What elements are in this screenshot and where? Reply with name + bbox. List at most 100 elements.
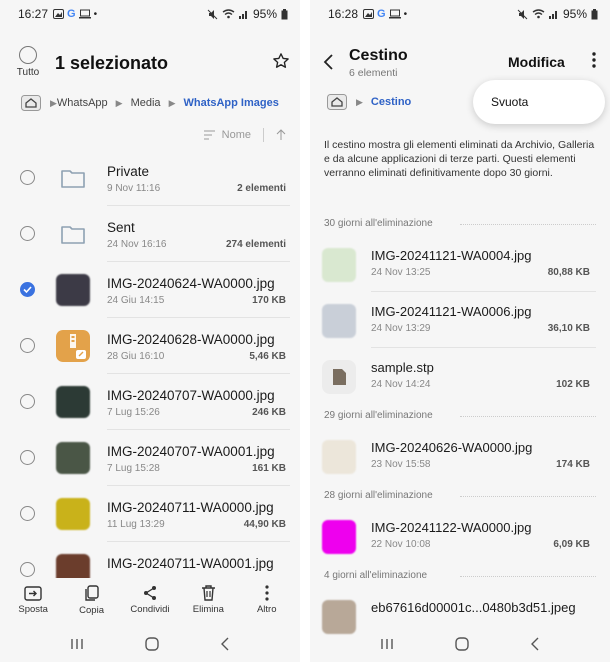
home-icon[interactable] [326,93,348,111]
sort-icon[interactable] [203,130,216,140]
file-size: 274 elementi [225,239,286,250]
action-label: Sposta [18,604,48,615]
file-name: sample.stp [371,360,434,375]
home-nav-icon[interactable] [145,637,159,651]
file-date: 28 Giu 16:10 [107,351,165,362]
image-thumbnail [56,386,90,418]
status-bar: 16:27 G • 95% [0,0,300,28]
file-row[interactable]: IMG-20240707-WA0000.jpg 7 Lug 15:26 246 KB [0,374,300,430]
trash-item-row[interactable]: IMG-20240626-WA0000.jpg 23 Nov 15:58 174 K… [310,428,610,484]
selection-header: Tutto 1 selezionato [0,44,300,84]
file-size: 2 elementi [237,183,286,194]
file-row[interactable]: IMG-20240628-WA0000.jpg 28 Giu 16:10 5,46 … [0,318,300,374]
edit-button[interactable]: Modifica [508,54,565,70]
file-name: IMG-20240711-WA0001.jpg [107,556,274,571]
breadcrumb-item[interactable]: WhatsApp [57,97,108,109]
sort-direction-icon[interactable] [276,129,286,141]
row-checkbox[interactable] [20,170,35,185]
file-name: IMG-20240626-WA0000.jpg [371,440,533,455]
empty-trash-menu-item[interactable]: Svuota [491,95,528,109]
folder-icon [56,162,90,194]
more-options-icon[interactable] [592,52,596,68]
laptop-icon [388,9,401,19]
status-time: 16:28 [328,7,359,21]
row-checkbox[interactable] [20,450,35,465]
document-icon [322,360,356,394]
home-nav-icon[interactable] [455,637,469,651]
action-copy-button[interactable]: Copia [64,578,120,626]
file-date: 24 Nov 13:29 [371,323,431,334]
mute-icon [517,9,528,20]
back-nav-icon[interactable] [530,637,540,651]
trash-item-row[interactable]: IMG-20241122-WA0000.jpg 22 Nov 10:08 6,09 … [310,508,610,564]
file-date: 22 Nov 10:08 [371,539,431,550]
left-screen: 16:27 G • 95% Tutto 1 selezionato ▶ What… [0,0,300,662]
wifi-icon [222,9,235,19]
file-row[interactable]: IMG-20240624-WA0000.jpg 24 Giu 14:15 170 K… [0,262,300,318]
file-name: IMG-20240628-WA0000.jpg [107,332,275,347]
group-header: 30 giorni all'eliminazione [310,212,610,236]
file-name: Private [107,164,150,179]
breadcrumb-current[interactable]: WhatsApp Images [183,97,278,109]
trash-item-row[interactable]: sample.stp 24 Nov 14:24 102 KB [310,348,610,404]
file-size: 170 KB [252,295,286,306]
row-checkbox[interactable] [20,506,35,521]
file-size: 5,46 KB [249,351,286,362]
file-row[interactable]: IMG-20240707-WA0001.jpg 7 Lug 15:28 161 KB [0,430,300,486]
copy-icon [84,584,100,602]
gallery-icon [363,9,375,19]
item-count: 6 elementi [349,67,398,79]
select-all-checkbox[interactable] [19,46,37,64]
page-title: Cestino [349,47,408,64]
action-move-button[interactable]: Sposta [5,578,61,626]
select-all-button[interactable]: Tutto [14,46,42,78]
row-checkbox[interactable] [20,562,35,577]
chevron-right-icon: ▶ [168,97,176,108]
dotted-divider [460,416,596,417]
star-icon[interactable] [272,52,290,70]
row-checkbox[interactable] [20,394,35,409]
image-thumbnail [56,274,90,306]
file-size: 44,90 KB [243,519,286,530]
row-checkbox[interactable] [20,338,35,353]
image-thumbnail [322,304,356,338]
group-header-label: 29 giorni all'eliminazione [324,410,433,421]
file-name: Sent [107,220,135,235]
image-thumbnail [322,440,356,474]
sort-bar: Nome [203,128,286,142]
recents-icon[interactable] [380,638,394,650]
file-row[interactable]: IMG-20240711-WA0000.jpg 11 Lug 13:29 44,90… [0,486,300,542]
trash-info-text: Il cestino mostra gli elementi eliminati… [324,139,595,179]
sort-label[interactable]: Nome [222,129,251,141]
trash-item-row[interactable]: IMG-20241121-WA0006.jpg 24 Nov 13:29 36,10… [310,292,610,348]
file-size: 102 KB [556,379,590,390]
file-date: 11 Lug 13:29 [107,519,165,530]
back-nav-icon[interactable] [220,637,230,651]
file-date: 23 Nov 15:58 [371,459,431,470]
home-icon[interactable] [20,94,42,112]
action-more-button[interactable]: Altro [239,578,295,626]
row-checkbox[interactable] [20,226,35,241]
group-header: 29 giorni all'eliminazione [310,404,610,428]
chevron-right-icon: ▶ [50,97,57,108]
action-share-button[interactable]: Condividi [122,578,178,626]
breadcrumb-current[interactable]: Cestino [371,96,411,108]
breadcrumb-item[interactable]: Media [131,97,161,109]
file-name: IMG-20241121-WA0006.jpg [371,304,532,319]
file-size: 6,09 KB [553,539,590,550]
battery-icon [591,8,598,20]
gallery-icon [53,9,65,19]
file-row[interactable]: Sent 24 Nov 16:16 274 elementi [0,206,300,262]
breadcrumb: ▶ WhatsApp ▶ Media ▶ WhatsApp Images [0,92,300,114]
recents-icon[interactable] [70,638,84,650]
action-trash-button[interactable]: Elimina [180,578,236,626]
share-icon [142,584,158,602]
row-checkbox[interactable] [20,282,35,297]
dotted-divider [460,224,596,225]
file-date: 7 Lug 15:26 [107,407,160,418]
file-date: 9 Nov 11:16 [107,183,161,194]
trash-item-row[interactable]: IMG-20241121-WA0004.jpg 24 Nov 13:25 80,88… [310,236,610,292]
back-arrow-icon[interactable] [322,53,334,71]
file-name: IMG-20240711-WA0000.jpg [107,500,274,515]
file-row[interactable]: Private 9 Nov 11:16 2 elementi [0,150,300,206]
